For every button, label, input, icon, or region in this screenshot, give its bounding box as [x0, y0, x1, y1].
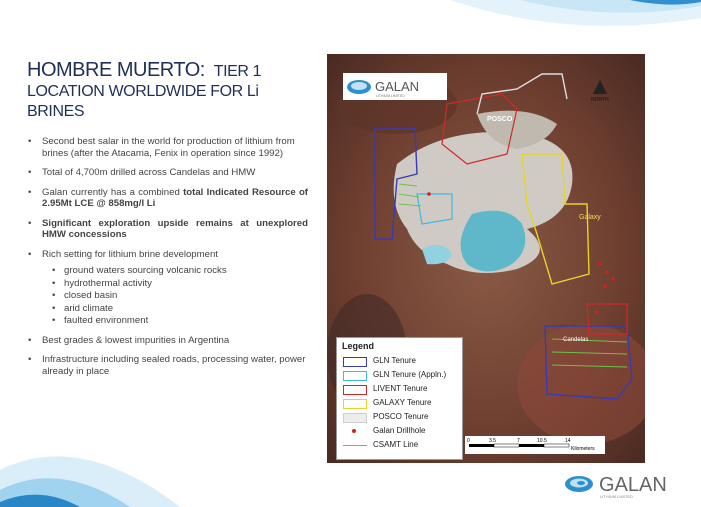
legend-title: Legend [342, 341, 375, 351]
legend-swatch [343, 413, 367, 423]
sub-bullet-item: • closed basin [52, 290, 308, 302]
galan-logo-icon [565, 476, 593, 492]
sub-bullet-item: • hydrothermal activity [52, 278, 308, 290]
top-right-swoosh [450, 0, 701, 26]
map-label-galaxy: Galaxy [579, 214, 601, 221]
map-label-candelas: Candelas [563, 337, 588, 343]
legend-label: POSCO Tenure [373, 412, 429, 421]
sub-bullet-text: closed basin [64, 290, 118, 301]
sub-bullet-item: • faulted environment [52, 315, 308, 327]
scale-tick: 10.5 [537, 438, 547, 444]
sub-bullet-text: hydrothermal activity [64, 277, 152, 289]
legend-item: CSAMT Line [341, 439, 461, 451]
legend-item: GLN Tenure (Appln.) [341, 369, 461, 381]
bullet-text: Total of 4,700m drilled across Candelas … [42, 167, 256, 178]
bullet-list: • Second best salar in the world for pro… [28, 136, 308, 385]
map-logo: GALAN LITHIUM LIMITED [343, 73, 447, 100]
bullet-dot: • [28, 186, 32, 198]
bullet-dot: • [52, 290, 56, 301]
map-logo-sub: LITHIUM LIMITED [376, 94, 405, 98]
page-title: HOMBRE MUERTO: TIER 1 LOCATION WORLDWIDE… [27, 60, 317, 122]
map-logo-name: GALAN [375, 79, 419, 94]
bullet-dot: • [52, 315, 56, 326]
bullet-item: • Best grades & lowest impurities in Arg… [28, 335, 308, 347]
legend-item: POSCO Tenure [341, 411, 461, 423]
legend-item: LIVENT Tenure [341, 383, 461, 395]
scale-tick: 14 [565, 438, 571, 444]
bullet-dot: • [28, 354, 32, 365]
legend-swatch [343, 357, 367, 367]
legend-item: GLN Tenure [341, 355, 461, 367]
legend-label: GLN Tenure [373, 356, 416, 365]
scale-tick: 0 [467, 438, 470, 444]
legend-label: LIVENT Tenure [373, 384, 428, 393]
bullet-dot: • [52, 265, 56, 276]
legend-label: Galan Drillhole [373, 426, 426, 435]
legend-swatch [343, 399, 367, 409]
bullet-item: • Galan currently has a combined total I… [28, 187, 308, 210]
sub-bullet-text: ground waters sourcing volcanic rocks [64, 265, 227, 276]
bullet-dot: • [28, 248, 32, 260]
bullet-item: • Infrastructure including sealed roads,… [28, 354, 308, 377]
scale-tick: 7 [517, 438, 520, 444]
bullet-dot: • [28, 167, 32, 178]
footer-logo-name: GALAN [599, 474, 667, 496]
footer-logo-sub: LITHIUM LIMITED [600, 494, 633, 499]
scale-bar: 0 3.5 7 10.5 14 Kilometers [465, 436, 605, 454]
title-line3: BRINES [27, 103, 85, 120]
sub-bullet-item: • ground waters sourcing volcanic rocks [52, 265, 308, 277]
title-main: HOMBRE MUERTO: [27, 59, 205, 81]
legend-label: GALAXY Tenure [373, 398, 432, 407]
map-legend: Legend GLN Tenure GLN Tenure (Appln.) LI… [336, 337, 463, 460]
scale-unit: Kilometers [571, 446, 595, 452]
title-tier: TIER 1 [213, 63, 262, 80]
bullet-item: • Total of 4,700m drilled across Candela… [28, 167, 308, 179]
bullet-dot: • [28, 334, 32, 346]
scale-tick: 3.5 [489, 438, 496, 444]
title-line2: LOCATION WORLDWIDE FOR Li [27, 83, 259, 100]
legend-swatch [343, 371, 367, 381]
bullet-text: Galan currently has a combined [42, 186, 184, 198]
bullet-item: • Significant exploration upside remains… [28, 218, 308, 241]
legend-item: Galan Drillhole [341, 425, 461, 437]
bullet-dot: • [52, 277, 56, 289]
sub-bullet-item: • arid climate [52, 303, 308, 315]
legend-label: CSAMT Line [373, 440, 419, 449]
bullet-text: Best grades & lowest impurities in Argen… [42, 334, 230, 346]
legend-line-icon [343, 445, 367, 446]
bullet-text: Rich setting for lithium brine developme… [42, 248, 218, 260]
sub-bullet-text: arid climate [64, 302, 114, 314]
galan-logo-icon [347, 80, 371, 94]
bullet-bold-text: Significant exploration upside remains a… [42, 217, 308, 241]
legend-label: GLN Tenure (Appln.) [373, 370, 447, 379]
sub-bullet-list: • ground waters sourcing volcanic rocks •… [42, 265, 308, 327]
north-label: NORTH [591, 97, 609, 103]
bullet-text: Infrastructure including sealed roads, p… [42, 354, 306, 377]
sub-bullet-text: faulted environment [64, 315, 149, 326]
map-label-posco: POSCO [487, 116, 513, 123]
footer-logo: GALAN LITHIUM LIMITED [563, 470, 683, 500]
bullet-dot: • [52, 302, 56, 314]
bullet-dot: • [28, 217, 32, 229]
legend-item: GALAXY Tenure [341, 397, 461, 409]
bullet-item: • Second best salar in the world for pro… [28, 136, 308, 159]
bottom-left-swoosh [0, 456, 180, 507]
bullet-item: • Rich setting for lithium brine develop… [28, 249, 308, 327]
bullet-text: Second best salar in the world for produ… [42, 136, 295, 159]
legend-dot-icon [352, 429, 356, 433]
bullet-dot: • [28, 136, 32, 147]
legend-swatch [343, 385, 367, 395]
